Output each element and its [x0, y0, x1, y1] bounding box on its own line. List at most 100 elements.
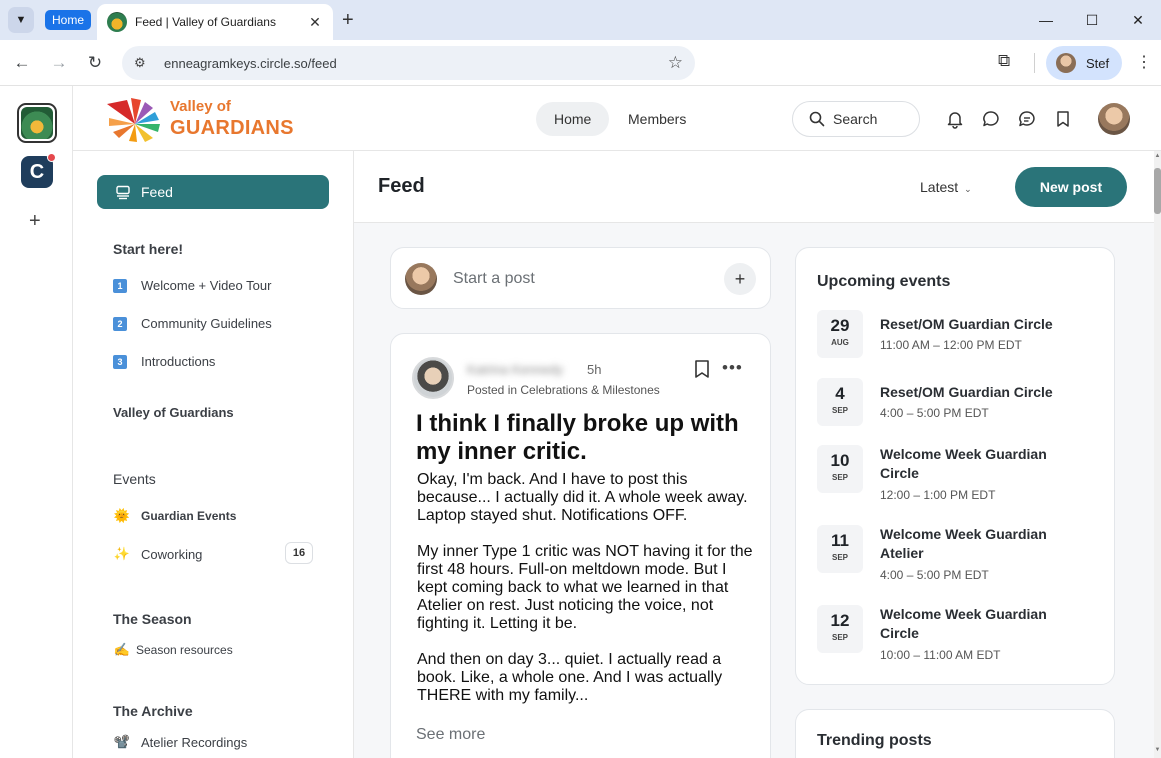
minimize-icon[interactable]: — — [1023, 0, 1069, 40]
see-more-link[interactable]: See more — [416, 726, 485, 744]
url-text[interactable]: enneagramkeys.circle.so/feed — [164, 56, 668, 71]
new-post-button[interactable]: New post — [1015, 167, 1127, 207]
sparkles-icon: ✨ — [113, 546, 131, 561]
event-date-badge: 10 SEP — [817, 445, 863, 493]
event-name[interactable]: Welcome Week Guardian Circle — [880, 605, 1070, 643]
sidebar-item-label: Welcome + Video Tour — [141, 278, 272, 293]
search-button[interactable]: Search — [792, 101, 920, 137]
sidebar-item-label: Season resources — [136, 643, 233, 657]
post-title[interactable]: I think I finally broke up with my inner… — [416, 410, 756, 466]
star-icon[interactable]: ☆ — [668, 53, 683, 73]
sidebar-item-label: Coworking — [141, 546, 203, 562]
bookmark-icon[interactable] — [1053, 109, 1073, 129]
reload-button[interactable]: ↻ — [83, 51, 107, 75]
event-time: 4:00 – 5:00 PM EDT — [880, 406, 989, 420]
browser-toolbar: ← → ↻ ⚙ enneagramkeys.circle.so/feed ☆ ⧉… — [0, 40, 1161, 86]
browser-tab-active[interactable]: Feed | Valley of Guardians ✕ — [97, 4, 333, 40]
post-time[interactable]: 5h — [587, 362, 601, 377]
window-controls: — ☐ ✕ — [1023, 0, 1161, 40]
site-info-icon[interactable]: ⚙ — [134, 55, 154, 71]
section-the-season[interactable]: The Season — [113, 611, 192, 627]
avatar — [405, 263, 437, 295]
sidebar-item-feed[interactable]: Feed — [97, 175, 329, 209]
section-events[interactable]: Events — [113, 471, 156, 487]
number-badge: 1 — [113, 278, 127, 293]
event-date-badge: 11 SEP — [817, 525, 863, 573]
section-the-archive[interactable]: The Archive — [113, 703, 193, 719]
extensions-icon[interactable]: ⧉ — [998, 51, 1010, 71]
kebab-menu-icon[interactable]: ⋮ — [1136, 52, 1152, 72]
author-avatar[interactable] — [412, 357, 454, 399]
post-author[interactable]: Katrina Kennedy — [467, 362, 563, 377]
sort-dropdown[interactable]: Latest ⌄ — [920, 179, 972, 195]
event-day: 12 — [830, 611, 850, 630]
brand-name-line1[interactable]: Valley of — [170, 98, 231, 115]
more-options-icon[interactable]: ••• — [722, 358, 743, 378]
maximize-icon[interactable]: ☐ — [1069, 0, 1115, 40]
plus-icon: + — [734, 268, 746, 289]
sidebar-item-guidelines[interactable]: 2 Community Guidelines — [113, 316, 272, 331]
sidebar-item-coworking[interactable]: ✨ Coworking — [113, 546, 203, 562]
bookmark-icon[interactable] — [693, 359, 711, 379]
event-month: SEP — [831, 553, 848, 562]
profile-name: Stef — [1086, 55, 1110, 71]
post-space[interactable]: Posted in Celebrations & Milestones — [467, 383, 660, 397]
feed-icon — [116, 185, 130, 200]
event-name[interactable]: Welcome Week Guardian Circle — [880, 445, 1070, 483]
nav-home[interactable]: Home — [536, 102, 610, 136]
sidebar-item-atelier-recordings[interactable]: 📽️ Atelier Recordings — [113, 734, 247, 750]
sidebar-item-season-resources[interactable]: ✍️ Season resources — [113, 642, 233, 658]
upcoming-events-widget: Upcoming events 29 AUG Reset/OM Guardian… — [795, 247, 1115, 685]
event-time: 12:00 – 1:00 PM EDT — [880, 488, 996, 502]
event-day: 29 — [830, 316, 850, 335]
notification-dot — [47, 153, 56, 162]
new-tab-button[interactable]: + — [342, 9, 354, 31]
event-day: 10 — [830, 451, 850, 470]
event-day: 11 — [831, 531, 849, 550]
add-community-icon[interactable]: + — [29, 210, 41, 233]
close-icon[interactable]: ✕ — [307, 14, 323, 31]
sidebar-item-guardian-events[interactable]: 🌞 Guardian Events — [113, 508, 236, 524]
section-valley[interactable]: Valley of Guardians — [113, 405, 234, 420]
event-name[interactable]: Reset/OM Guardian Circle — [880, 383, 1070, 402]
count-badge: 16 — [285, 542, 313, 564]
sidebar-item-label: Guardian Events — [141, 509, 237, 523]
browser-tabstrip: ▼ Home Feed | Valley of Guardians ✕ + — … — [0, 0, 1161, 40]
valley-logo-icon[interactable] — [105, 98, 165, 142]
sidebar: Feed Start here! 1 Welcome + Video Tour … — [73, 151, 354, 758]
tab-group-chip[interactable]: Home — [45, 10, 92, 30]
event-date-badge: 29 AUG — [817, 310, 863, 358]
event-time: 4:00 – 5:00 PM EDT — [880, 568, 989, 582]
brand-name-line2[interactable]: GUARDIANS — [170, 117, 294, 140]
community-switcher-valley[interactable] — [17, 103, 57, 143]
sidebar-item-introductions[interactable]: 3 Introductions — [113, 354, 215, 369]
section-start-here[interactable]: Start here! — [113, 241, 183, 257]
sidebar-item-welcome[interactable]: 1 Welcome + Video Tour — [113, 278, 271, 293]
profile-button[interactable]: Stef — [1046, 46, 1122, 80]
address-bar[interactable]: ⚙ enneagramkeys.circle.so/feed ☆ — [122, 46, 695, 80]
add-post-button[interactable]: + — [724, 263, 756, 295]
user-avatar[interactable] — [1098, 103, 1130, 135]
scroll-down-icon[interactable]: ▼ — [1154, 747, 1161, 755]
event-name[interactable]: Welcome Week Guardian Atelier — [880, 525, 1070, 563]
forward-button[interactable]: → — [47, 51, 71, 75]
event-time: 10:00 – 11:00 AM EDT — [880, 648, 1001, 662]
tab-search-dropdown[interactable]: ▼ — [8, 7, 34, 33]
nav-members[interactable]: Members — [610, 102, 704, 136]
event-day: 4 — [835, 384, 845, 403]
community-rail: C + — [0, 86, 73, 758]
scrollbar-track[interactable] — [1154, 151, 1161, 758]
number-badge: 3 — [113, 354, 127, 369]
chat-icon[interactable] — [981, 109, 1001, 129]
window-close-icon[interactable]: ✕ — [1115, 0, 1161, 40]
bell-icon[interactable] — [945, 109, 965, 129]
event-name[interactable]: Reset/OM Guardian Circle — [880, 315, 1070, 334]
scrollbar-thumb[interactable] — [1154, 168, 1161, 214]
post-body: Okay, I'm back. And I have to post this … — [417, 471, 753, 704]
widget-title: Upcoming events — [817, 273, 951, 290]
post-composer[interactable]: Start a post + — [390, 247, 771, 309]
composer-placeholder[interactable]: Start a post — [453, 270, 535, 288]
scroll-up-icon[interactable]: ▲ — [1154, 153, 1161, 161]
messages-icon[interactable] — [1017, 109, 1037, 129]
back-button[interactable]: ← — [10, 51, 34, 75]
